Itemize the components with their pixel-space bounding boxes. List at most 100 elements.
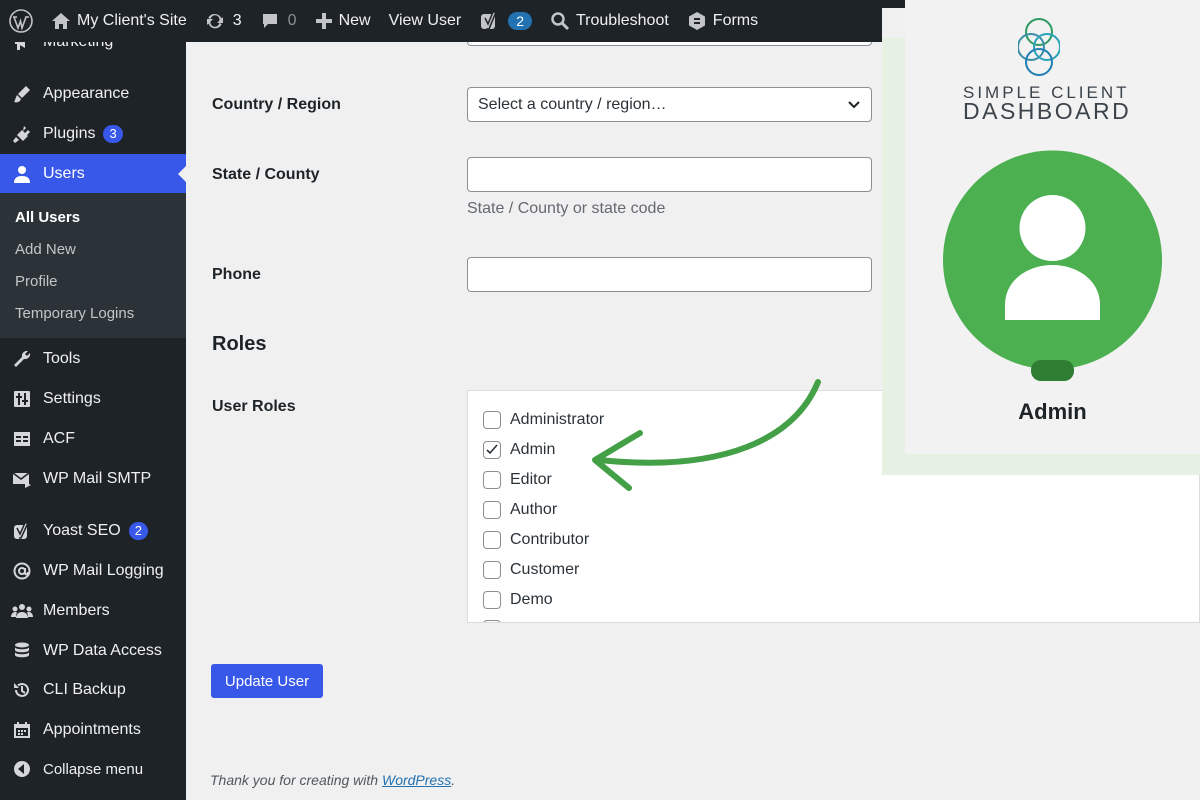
plus-icon <box>315 13 332 29</box>
mail-icon <box>10 467 34 491</box>
sidebar-item-appearance[interactable]: Appearance <box>0 74 186 114</box>
state-hint: State / County or state code <box>467 200 666 217</box>
sidebar-item-users[interactable]: Users <box>0 154 186 194</box>
footer-suffix: . <box>451 772 456 788</box>
sidebar-item-label: ACF <box>43 430 75 447</box>
role-label: Editor <box>510 471 552 488</box>
role-editor[interactable]: Editor <box>483 471 552 489</box>
sidebar-item-wp-data-access[interactable]: WP Data Access <box>0 631 186 671</box>
role-contributor[interactable]: Contributor <box>483 531 589 549</box>
forms-icon <box>688 12 705 30</box>
curved-arrow-pointing-to-admin-icon <box>592 379 821 491</box>
sidebar-item-label: WP Data Access <box>43 642 162 659</box>
plugins-update-badge: 3 <box>103 125 123 143</box>
role-label: Admin <box>510 441 556 458</box>
forms-label: Forms <box>712 12 759 29</box>
site-name-link[interactable]: My Client's Site <box>42 0 196 42</box>
sidebar-item-tools[interactable]: Tools <box>0 339 186 379</box>
role-label: Author <box>510 501 558 518</box>
state-label: State / County <box>212 166 320 183</box>
groups-icon <box>10 599 34 623</box>
roles-heading: Roles <box>212 333 267 355</box>
update-user-button[interactable]: Update User <box>211 664 323 698</box>
role-label: Contributor <box>510 531 590 548</box>
phone-input[interactable] <box>467 257 872 292</box>
submenu-add-new[interactable]: Add New <box>0 233 186 265</box>
sidebar-item-label: WP Mail SMTP <box>43 470 152 487</box>
sidebar-item-members[interactable]: Members <box>0 591 186 631</box>
submenu-all-users[interactable]: All Users <box>0 201 186 233</box>
comments-link[interactable]: 0 <box>251 0 306 42</box>
sidebar-item-label: WP Mail Logging <box>43 562 164 579</box>
simple-client-dashboard-logo-icon <box>1018 18 1060 76</box>
role-checkbox[interactable] <box>483 531 501 549</box>
country-select[interactable]: Select a country / region… <box>467 87 872 122</box>
forms-link[interactable]: Forms <box>678 0 767 42</box>
user-icon <box>10 162 34 186</box>
user-roles-label: User Roles <box>212 398 296 415</box>
updates-link[interactable]: 3 <box>196 0 251 42</box>
settings-sliders-icon <box>10 387 34 411</box>
collapse-icon <box>10 757 34 781</box>
submenu-temporary-logins[interactable]: Temporary Logins <box>0 297 186 329</box>
troubleshoot-link[interactable]: Troubleshoot <box>541 0 678 42</box>
sidebar-item-label: Settings <box>43 390 101 407</box>
sidebar-item-label: CLI Backup <box>43 681 126 698</box>
wordpress-logo-button[interactable] <box>0 0 42 42</box>
wrench-icon <box>10 347 34 371</box>
sidebar-item-settings[interactable]: Settings <box>0 379 186 419</box>
view-user-link[interactable]: View User <box>380 0 471 42</box>
plugin-icon <box>10 122 34 146</box>
role-checkbox[interactable] <box>483 591 501 609</box>
table-icon <box>10 427 34 451</box>
role-checkbox[interactable] <box>483 561 501 579</box>
role-demo[interactable]: Demo <box>483 591 553 609</box>
yoast-icon <box>481 11 498 30</box>
sidebar-item-label: Appointments <box>43 721 141 738</box>
calendar-icon <box>10 718 34 742</box>
role-checkbox-checked[interactable] <box>483 441 501 459</box>
sidebar-item-wp-mail-logging[interactable]: WP Mail Logging <box>0 551 186 591</box>
admin-bar: My Client's Site 3 0 New View User 2 Tro… <box>0 0 882 42</box>
state-input[interactable] <box>467 157 872 192</box>
role-label: Demo <box>510 591 553 608</box>
role-author[interactable]: Author <box>483 501 557 519</box>
chevron-down-icon <box>848 100 860 108</box>
brand-name-line2: DASHBOARD <box>963 98 1132 124</box>
sidebar-item-label: Members <box>43 602 110 619</box>
admin-avatar-icon <box>943 150 1162 381</box>
role-checkbox-partial[interactable] <box>483 620 501 622</box>
yoast-menu[interactable]: 2 <box>470 0 541 42</box>
sidebar-item-label: Tools <box>43 350 81 367</box>
submenu-profile[interactable]: Profile <box>0 265 186 297</box>
sidebar-item-acf[interactable]: ACF <box>0 419 186 459</box>
role-label: Customer <box>510 561 580 578</box>
sidebar-item-label: Collapse menu <box>43 760 144 778</box>
sidebar-item-wp-mail-smtp[interactable]: WP Mail SMTP <box>0 459 186 499</box>
role-checkbox[interactable] <box>483 471 501 489</box>
comments-count: 0 <box>287 12 297 29</box>
yoast-badge: 2 <box>508 12 532 30</box>
paintbrush-icon <box>10 82 34 106</box>
collapse-menu-button[interactable]: Collapse menu <box>0 749 186 789</box>
updates-count: 3 <box>232 12 242 29</box>
avatar-role-label: Admin <box>1018 399 1087 424</box>
sidebar-item-label: Appearance <box>43 85 130 102</box>
role-admin[interactable]: Admin <box>483 441 555 459</box>
sidebar-item-cli-backup[interactable]: CLI Backup <box>0 670 186 710</box>
site-name-label: My Client's Site <box>77 12 187 29</box>
footer-text: Thank you for creating with <box>210 772 382 788</box>
search-icon <box>551 12 570 31</box>
yoast-notification-badge: 2 <box>128 522 148 540</box>
role-checkbox[interactable] <box>483 501 501 519</box>
phone-label: Phone <box>212 266 261 283</box>
new-content-menu[interactable]: New <box>306 0 380 42</box>
sidebar-item-yoast-seo[interactable]: Yoast SEO 2 <box>0 511 186 551</box>
sidebar-item-label: Plugins <box>43 125 96 142</box>
admin-sidebar: Marketing Appearance Plugins 3 Users All… <box>0 0 186 800</box>
role-customer[interactable]: Customer <box>483 561 579 579</box>
sidebar-item-plugins[interactable]: Plugins 3 <box>0 114 186 154</box>
role-checkbox[interactable] <box>483 411 501 429</box>
sidebar-item-appointments[interactable]: Appointments <box>0 710 186 750</box>
wordpress-link[interactable]: WordPress <box>382 772 451 788</box>
